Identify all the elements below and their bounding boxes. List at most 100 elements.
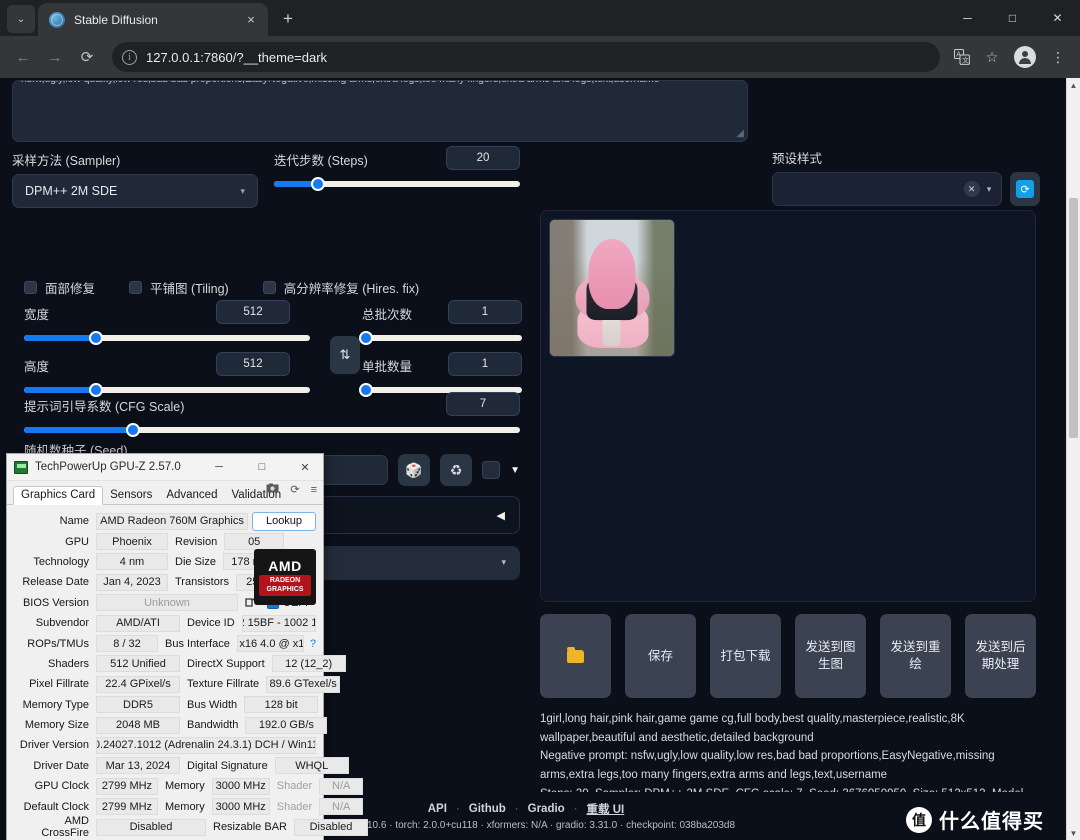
tab-search-caret-icon[interactable]: ⌄ [7,5,35,33]
footer-link-reload-ui[interactable]: 重载 UI [587,801,625,817]
batch-count-value[interactable]: 1 [448,300,522,324]
preset-style-group: 预设样式 ✕ ▾ ⟳ [772,148,1040,206]
defclock-label: Default Clock [23,800,89,813]
open-folder-button[interactable] [540,614,611,698]
clear-icon[interactable]: ✕ [963,181,980,197]
address-bar[interactable]: i 127.0.0.1:7860/?__theme=dark [112,42,940,72]
dimensions-group: 宽度 512 高度 512 [24,300,310,402]
image-hair [588,239,636,309]
random-seed-dice-icon[interactable]: 🎲 [398,454,431,486]
footer-link-api[interactable]: API [428,803,447,815]
preset-style-select[interactable]: ✕ ▾ [772,172,1003,206]
preset-refresh-button[interactable]: ⟳ [1010,172,1040,206]
maximize-icon[interactable]: □ [990,0,1035,36]
tab-sensors[interactable]: Sensors [103,487,159,504]
batch-size-slider-knob[interactable] [359,383,373,397]
height-value[interactable]: 512 [216,352,290,376]
site-info-icon[interactable]: i [122,49,137,65]
checkbox-hires-fix[interactable]: 高分辨率修复 (Hires. fix) [262,278,419,297]
camera-glyph [266,483,279,493]
steps-slider[interactable] [274,177,520,191]
cfg-scale-value[interactable]: 7 [446,392,520,416]
texfill-value: 89.6 GTexel/s [266,675,341,693]
gpuz-maximize-icon[interactable]: □ [244,454,280,481]
cfg-scale-slider-knob[interactable] [126,423,141,437]
result-panel: 保存 打包下载 发送到图生图 发送到重绘 发送到后期处理 1girl,long … [534,210,1062,840]
tab-advanced[interactable]: Advanced [159,487,224,504]
steps-slider-knob[interactable] [311,177,326,191]
sampler-value: DPM++ 2M SDE [25,184,118,198]
width-slider[interactable] [24,331,310,345]
driverdate-value: Mar 13, 2024 [96,757,180,775]
refresh-icon[interactable]: ⟳ [290,483,299,496]
gpumem-label: Memory [165,780,205,793]
gpuz-close-icon[interactable]: ✕ [287,454,323,481]
zip-download-button[interactable]: 打包下载 [710,614,781,698]
seed-extra-checkbox[interactable] [482,461,501,479]
browser-tab[interactable]: Stable Diffusion × [38,3,268,36]
watermark: 值 什么值得买 [906,805,1044,834]
width-slider-knob[interactable] [88,331,103,345]
cfg-scale-group: 提示词引导系数 (CFG Scale) 7 [24,392,520,437]
chevron-down-icon[interactable]: ▾ [987,184,992,195]
seed-extra-caret-icon[interactable]: ▼ [510,465,520,476]
scroll-down-icon[interactable]: ▼ [1067,826,1080,840]
bookmark-star-icon[interactable]: ☆ [978,43,1006,71]
save-button[interactable]: 保存 [625,614,696,698]
batch-size-value[interactable]: 1 [448,352,522,376]
sampler-dropdown[interactable]: DPM++ 2M SDE ▾ [12,174,258,208]
memtype-label: Memory Type [22,698,89,711]
generated-image-thumbnail[interactable] [549,219,675,357]
name-label: Name [59,515,89,528]
gpumem-value: 3000 MHz [211,777,270,795]
memsize-value: 2048 MB [96,716,180,734]
page-viewport: nsfw,ugly,low quality,low res,bad bad pr… [0,78,1080,840]
batch-count-slider-knob[interactable] [359,331,373,345]
gpuz-row-shaders: Shaders 512 Unified DirectX Support 12 (… [14,654,346,674]
info-prompt: 1girl,long hair,pink hair,game game cg,f… [540,713,965,744]
new-tab-button[interactable]: + [274,5,302,33]
minimize-icon[interactable]: ─ [945,0,990,36]
back-icon[interactable]: ← [8,42,38,72]
height-slider-knob[interactable] [88,383,103,397]
driverver-value: 31.0.24027.1012 (Adrenalin 24.3.1) DCH /… [96,736,316,754]
browser-menu-icon[interactable]: ⋮ [1044,43,1072,71]
buswidth-label: Bus Width [187,698,238,711]
reload-icon[interactable]: ⟳ [72,42,102,72]
forward-icon[interactable]: → [40,42,70,72]
window-close-icon[interactable]: ✕ [1035,0,1080,36]
avatar[interactable] [1014,46,1036,68]
hamburger-menu-icon[interactable]: ≡ [311,484,317,496]
checkbox-tiling[interactable]: 平铺图 (Tiling) [129,278,229,297]
camera-icon[interactable] [266,483,279,496]
footer-link-github[interactable]: Github [469,803,506,815]
gpu-label: GPU [65,535,89,548]
swap-dimensions-button[interactable]: ⇅ [330,336,360,374]
bus-label: Bus Interface [165,637,230,650]
send-to-inpaint-button[interactable]: 发送到重绘 [880,614,951,698]
scroll-up-icon[interactable]: ▲ [1067,78,1080,92]
tab-strip: ⌄ Stable Diffusion × + ─ □ ✕ [0,0,1080,36]
gpuz-row-memtype: Memory Type DDR5 Bus Width 128 bit [14,695,319,715]
close-icon[interactable]: × [242,12,260,27]
gpuz-title-bar[interactable]: TechPowerUp GPU-Z 2.57.0 ─ □ ✕ [7,454,323,481]
width-value[interactable]: 512 [216,300,290,324]
batch-count-slider[interactable] [359,331,522,345]
lookup-button[interactable]: Lookup [252,511,316,531]
translate-icon[interactable]: A 文 [948,43,976,71]
height-slider[interactable] [24,383,310,397]
cfg-scale-slider[interactable] [24,423,520,437]
chevron-down-icon: ▾ [501,557,506,567]
gpuz-minimize-icon[interactable]: ─ [201,454,237,481]
send-to-img2img-button[interactable]: 发送到图生图 [795,614,866,698]
page-scrollbar[interactable]: ▲ ▼ [1066,78,1080,840]
resize-handle-icon[interactable]: ◢ [736,128,744,139]
footer-link-gradio[interactable]: Gradio [528,803,565,815]
steps-value[interactable]: 20 [446,146,520,170]
bus-help-icon[interactable]: ? [308,638,316,650]
reuse-seed-recycle-icon[interactable]: ♻ [440,454,473,486]
checkbox-face-restore[interactable]: 面部修复 [24,278,95,297]
tab-graphics-card[interactable]: Graphics Card [13,486,104,505]
scrollbar-thumb[interactable] [1069,198,1078,438]
send-to-extras-button[interactable]: 发送到后期处理 [965,614,1036,698]
